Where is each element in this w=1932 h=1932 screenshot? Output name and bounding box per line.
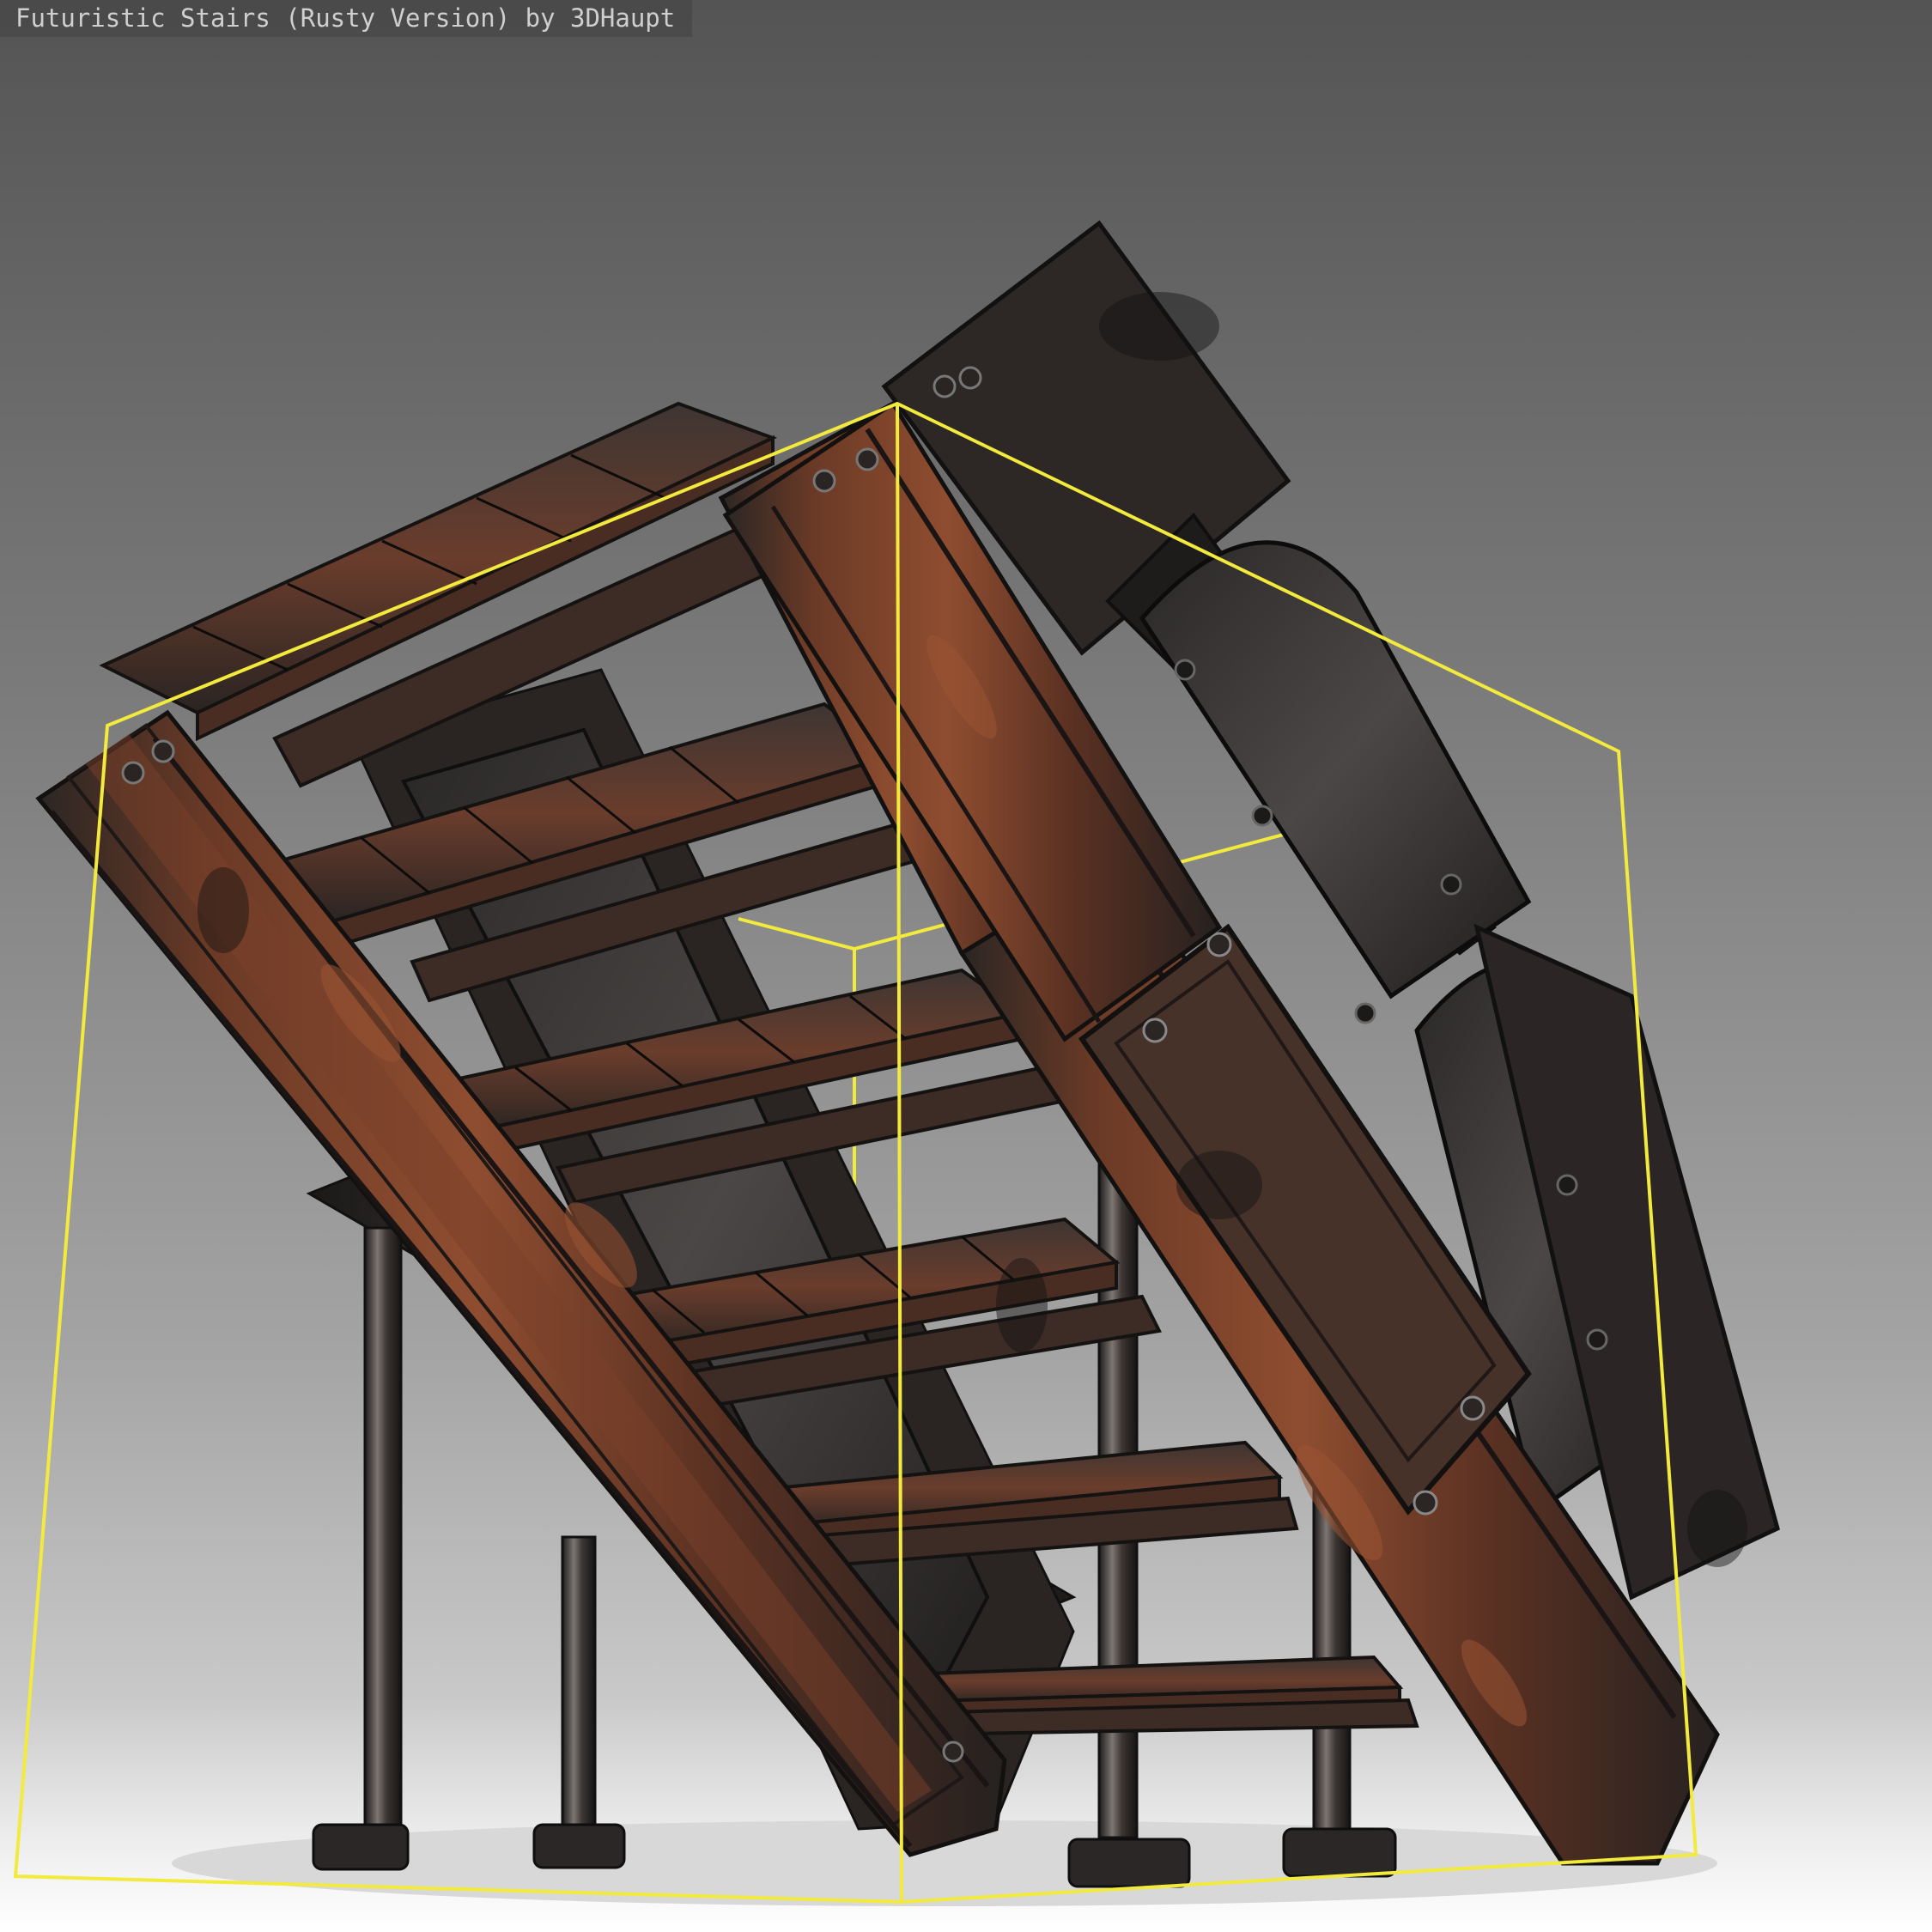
model-title: Futuristic Stairs (Rusty Version) by 3DH…	[0, 0, 693, 37]
model-scene	[13, 220, 1780, 1906]
3d-viewport[interactable]: Futuristic Stairs (Rusty Version) by 3DH…	[0, 0, 1932, 1932]
